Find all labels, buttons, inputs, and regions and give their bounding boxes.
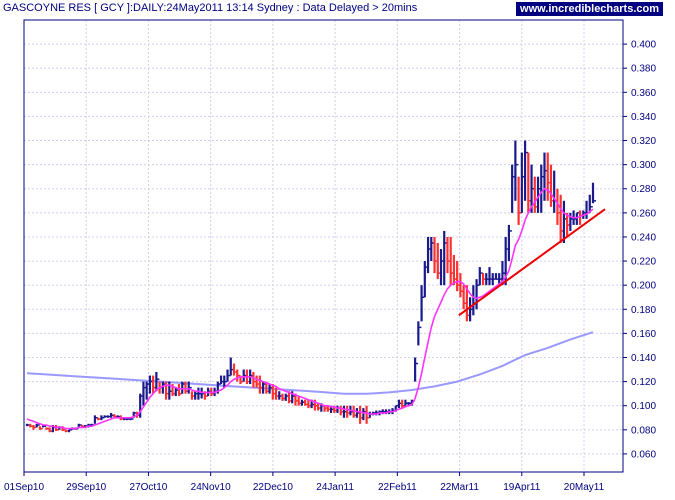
y-tick-label: 0.400 [631, 40, 656, 51]
x-tick-label: 24Nov10 [191, 482, 231, 493]
plot-background [24, 20, 623, 472]
y-tick-label: 0.200 [631, 281, 656, 292]
price-chart: 0.060 0.080 0.100 0.120 0.140 0.160 0.180 0.200… [4, 19, 656, 493]
x-tick-label: 22Dec10 [253, 482, 293, 493]
y-tick-label: 0.240 [631, 232, 656, 243]
x-tick-label: 24Jan11 [316, 482, 354, 493]
x-tick-label: 19Apr11 [503, 482, 541, 493]
x-tick-label: 22Mar11 [440, 482, 479, 493]
y-tick-label: 0.080 [631, 425, 656, 436]
chart-title: GASCOYNE RES [ GCY ]:DAILY:24May2011 13:… [3, 2, 418, 14]
y-tick-label: 0.320 [631, 136, 656, 147]
brand-link[interactable]: www.incrediblecharts.com [516, 2, 663, 16]
y-tick-label: 0.180 [631, 305, 656, 316]
y-tick-label: 0.160 [631, 329, 656, 340]
x-tick-label: 20May11 [564, 482, 605, 493]
y-tick-label: 0.360 [631, 88, 656, 99]
y-tick-label: 0.220 [631, 257, 656, 268]
y-tick-label: 0.280 [631, 184, 656, 195]
y-tick-label: 0.120 [631, 377, 656, 388]
y-tick-label: 0.140 [631, 353, 656, 364]
x-tick-label: 27Oct10 [130, 482, 168, 493]
y-tick-label: 0.060 [631, 449, 656, 460]
x-tick-label: 29Sep10 [66, 482, 106, 493]
x-tick-label: 01Sep10 [4, 482, 44, 493]
y-tick-label: 0.260 [631, 208, 656, 219]
y-tick-label: 0.380 [631, 64, 656, 75]
y-axis-ticks: 0.060 0.080 0.100 0.120 0.140 0.160 0.180 0.200… [623, 40, 656, 460]
y-tick-label: 0.340 [631, 112, 656, 123]
y-tick-label: 0.100 [631, 401, 656, 412]
y-tick-label: 0.300 [631, 160, 656, 171]
x-tick-label: 22Feb11 [378, 482, 417, 493]
x-axis-ticks: 01Sep10 29Sep10 27Oct10 24Nov10 22Dec10 24Jan… [4, 472, 605, 493]
